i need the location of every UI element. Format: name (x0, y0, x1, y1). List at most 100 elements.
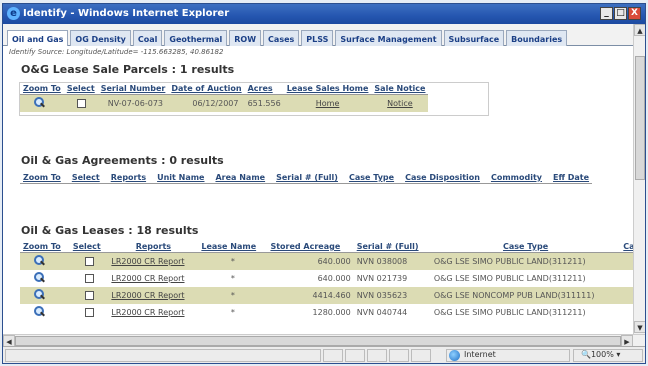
date-of-auction: 06/12/2007 (168, 94, 245, 112)
report-link[interactable]: LR2000 CR Report (111, 291, 184, 300)
col-reports: Reports (108, 241, 199, 253)
zoom-icon[interactable] (33, 255, 45, 267)
zoom-cell (20, 252, 70, 270)
report-link[interactable]: LR2000 CR Report (111, 308, 184, 317)
home-link[interactable]: Home (316, 99, 340, 108)
results-pane: Identify Source: Longitude/Latitude= -11… (3, 46, 633, 334)
select-cell (69, 286, 109, 304)
table-row: NV-07-06-073 06/12/2007 651.556 Home Not… (20, 94, 429, 112)
vertical-scrollbar[interactable]: ▲ ▼ (633, 24, 645, 334)
zoom-icon[interactable] (33, 306, 45, 318)
stored-acreage: 640.000 (267, 252, 354, 270)
col-lease-sales-home: Lease Sales Home (283, 83, 372, 95)
chevron-down-icon[interactable]: ▾ (616, 350, 620, 359)
zoom-magnifier-icon: 🔍 (581, 350, 591, 359)
select-checkbox[interactable] (76, 98, 86, 108)
case-disposition (620, 286, 633, 304)
lease-name: * (198, 286, 268, 304)
acres: 651.556 (244, 94, 284, 112)
col-zoom-to: Zoom To (20, 172, 69, 184)
internet-zone-icon (449, 350, 460, 361)
serial-full: NVN 038008 (353, 252, 431, 270)
status-bar: Internet 🔍100% ▾ (3, 346, 645, 363)
case-type: O&G LSE NONCOMP PUB LAND(311111) (430, 286, 621, 304)
table-row: LR2000 CR Report * 640.000 NVN 021739 O&… (20, 269, 633, 287)
notice-link[interactable]: Notice (387, 99, 413, 108)
select-cell (69, 252, 109, 270)
parcels-table: Zoom To Select Serial Number Date of Auc… (20, 83, 429, 112)
status-cell (345, 349, 365, 362)
case-type: O&G LSE SIMO PUBLIC LAND(311211) (430, 269, 621, 287)
table-row: LR2000 CR Report * 4414.460 NVN 035623 O… (20, 286, 633, 304)
stored-acreage: 640.000 (267, 269, 354, 287)
horizontal-scroll-thumb[interactable] (15, 336, 621, 346)
col-zoom-to: Zoom To (20, 83, 64, 95)
serial-full: NVN 040744 (353, 303, 431, 321)
vertical-scroll-thumb[interactable] (635, 56, 645, 180)
scroll-up-icon[interactable]: ▲ (634, 24, 645, 36)
parcels-title: O&G Lease Sale Parcels : 1 results (21, 63, 235, 76)
col-serial-full: Serial # (Full) (273, 172, 346, 184)
table-row: LR2000 CR Report * 640.000 NVN 038008 O&… (20, 252, 633, 270)
home-cell: Home (283, 94, 372, 112)
zoom-cell (20, 269, 70, 287)
table-header: Zoom To Select Serial Number Date of Auc… (20, 83, 429, 95)
col-select: Select (68, 172, 108, 184)
lease-name: * (198, 303, 268, 321)
zoom-cell (20, 94, 64, 112)
report-cell: LR2000 CR Report (108, 303, 199, 321)
report-cell: LR2000 CR Report (108, 269, 199, 287)
horizontal-scrollbar[interactable]: ◀ ▶ (3, 334, 645, 347)
col-area-name: Area Name (212, 172, 274, 184)
col-select: Select (69, 241, 109, 253)
internet-explorer-icon: e (7, 7, 20, 20)
table-header: Zoom To Select Reports Lease Name Stored… (20, 241, 633, 253)
case-disposition (620, 269, 633, 287)
zoom-value: 100% (590, 350, 614, 359)
case-disposition (620, 303, 633, 321)
close-button[interactable]: X (628, 7, 641, 20)
zoom-cell (20, 286, 70, 304)
select-cell (63, 94, 98, 112)
col-case-type: Case Type (345, 172, 403, 184)
col-sale-notice: Sale Notice (371, 83, 429, 95)
select-checkbox[interactable] (84, 290, 94, 300)
agreements-table: Zoom To Select Reports Unit Name Area Na… (20, 172, 593, 184)
serial-full: NVN 035623 (353, 286, 431, 304)
report-cell: LR2000 CR Report (108, 286, 199, 304)
minimize-button[interactable]: _ (600, 7, 613, 20)
status-text-cell (5, 349, 321, 362)
col-date-of-auction: Date of Auction (168, 83, 245, 95)
col-lease-name: Lease Name (198, 241, 268, 253)
window-title: Identify - Windows Internet Explorer (23, 8, 230, 19)
select-checkbox[interactable] (84, 273, 94, 283)
lease-name: * (198, 269, 268, 287)
identify-source: Identify Source: Longitude/Latitude= -11… (9, 48, 224, 56)
serial-number: NV-07-06-073 (97, 94, 169, 112)
browser-window: e Identify - Windows Internet Explorer _… (2, 3, 646, 364)
leases-title: Oil & Gas Leases : 18 results (21, 224, 199, 237)
col-case-type: Case Type (430, 241, 621, 253)
case-disposition (620, 252, 633, 270)
report-link[interactable]: LR2000 CR Report (111, 257, 184, 266)
col-eff-date: Eff Date (550, 172, 593, 184)
title-bar[interactable]: e Identify - Windows Internet Explorer _… (3, 4, 645, 24)
table-row: LR2000 CR Report * 1280.000 NVN 040744 O… (20, 303, 633, 321)
select-checkbox[interactable] (84, 256, 94, 266)
lease-name: * (198, 252, 268, 270)
zoom-icon[interactable] (33, 97, 45, 109)
col-case-disposition-truncated: Ca (620, 241, 633, 253)
col-commodity: Commodity (487, 172, 550, 184)
zoom-level[interactable]: 🔍100% ▾ (581, 350, 620, 359)
select-checkbox[interactable] (84, 307, 94, 317)
report-link[interactable]: LR2000 CR Report (111, 274, 184, 283)
maximize-button[interactable]: □ (614, 7, 627, 20)
zoom-icon[interactable] (33, 272, 45, 284)
status-cell (367, 349, 387, 362)
table-header: Zoom To Select Reports Unit Name Area Na… (20, 172, 593, 184)
notice-cell: Notice (371, 94, 429, 112)
col-stored-acreage: Stored Acreage (267, 241, 354, 253)
scroll-down-icon[interactable]: ▼ (634, 321, 645, 333)
select-cell (69, 303, 109, 321)
zoom-icon[interactable] (33, 289, 45, 301)
